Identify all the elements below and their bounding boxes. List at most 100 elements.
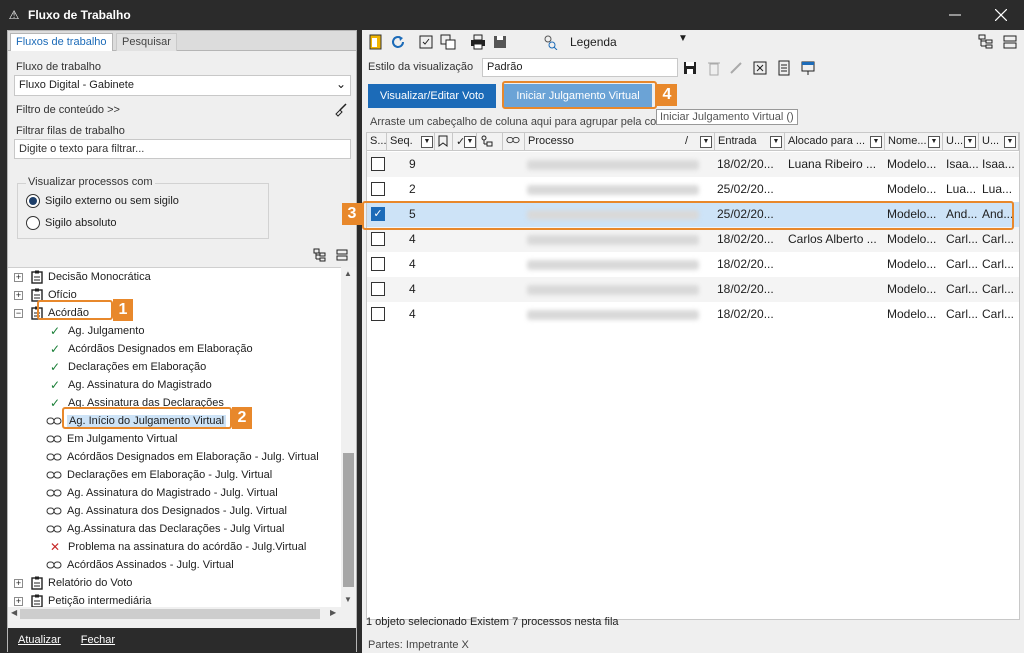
tab-search[interactable]: Pesquisar (116, 33, 177, 51)
clipboard-icon (31, 270, 43, 284)
row-checkbox[interactable] (371, 282, 385, 296)
filter-dropdown-icon[interactable]: ▼ (870, 136, 882, 148)
filter-dropdown-icon[interactable]: ▼ (770, 136, 782, 148)
row-checkbox[interactable] (371, 182, 385, 196)
filter-dropdown-icon[interactable]: ▼ (464, 136, 476, 148)
legend-label[interactable]: Legenda (570, 35, 617, 49)
scroll-down-icon[interactable]: ▼ (344, 595, 352, 604)
close-link[interactable]: Fechar (81, 634, 115, 646)
scroll-thumb[interactable] (20, 609, 320, 619)
collapse-icon[interactable]: − (14, 308, 23, 318)
row-checkbox[interactable] (371, 157, 385, 171)
tree-item-assinatura-designados-virtual[interactable]: Ag. Assinatura dos Designados - Julg. Vi… (46, 502, 287, 520)
tree-item-declaracoes-virtual[interactable]: Declarações em Elaboração - Julg. Virtua… (46, 466, 272, 484)
save-copy-icon[interactable] (492, 34, 508, 50)
tree-item-assinatura-magistrado[interactable]: ✓ Ag. Assinatura do Magistrado (48, 376, 212, 394)
expand-icon[interactable]: + (14, 290, 23, 300)
table-row[interactable]: 4 18/02/20... Modelo... Carl... Carl... (367, 277, 1019, 302)
cell-seq: 4 (409, 232, 416, 246)
tree-label: Relatório do Voto (48, 577, 133, 589)
expand-tree-icon[interactable] (313, 248, 327, 262)
view-edit-vote-button[interactable]: Visualizar/Editar Voto (368, 84, 496, 108)
table-row[interactable]: 4 18/02/20... Modelo... Carl... Carl... (367, 252, 1019, 277)
export-excel-icon[interactable] (752, 60, 768, 76)
cell-entrada: 18/02/20... (717, 282, 774, 296)
search-person-icon[interactable] (542, 34, 558, 50)
clear-filter-brush-icon[interactable] (334, 103, 348, 117)
table-row[interactable]: 2 25/02/20... Modelo... Lua... Lua... (367, 177, 1019, 202)
col-status[interactable]: S... (367, 133, 387, 151)
link-icon (46, 561, 62, 569)
bookmark-icon (438, 135, 448, 147)
document-icon[interactable] (776, 60, 792, 76)
tree-item-assinatura-magistrado-virtual[interactable]: Ag. Assinatura do Magistrado - Julg. Vir… (46, 484, 278, 502)
radio-external-secrecy[interactable]: Sigilo externo ou sem sigilo (26, 194, 179, 208)
row-checkbox[interactable] (371, 232, 385, 246)
refresh-icon[interactable] (390, 34, 406, 50)
cell-nome: Modelo... (887, 232, 937, 246)
close-button[interactable] (978, 0, 1024, 30)
select-all-icon[interactable] (418, 34, 434, 50)
tree-item-em-julgamento-virtual[interactable]: Em Julgamento Virtual (46, 430, 177, 448)
expand-icon[interactable]: + (14, 578, 23, 588)
save-icon[interactable] (682, 60, 698, 76)
table-row[interactable]: 9 18/02/20... Luana Ribeiro ... Modelo..… (367, 152, 1019, 177)
tree-item-acordaos-designados-virtual[interactable]: Acórdãos Designados em Elaboração - Julg… (46, 448, 319, 466)
tree-item-problema-assinatura[interactable]: ✕ Problema na assinatura do acórdão - Ju… (48, 538, 306, 556)
filter-dropdown-icon[interactable]: ▼ (1004, 136, 1016, 148)
workflow-select[interactable]: Fluxo Digital - Gabinete ⌄ (14, 75, 351, 96)
scroll-up-icon[interactable]: ▲ (344, 269, 352, 278)
tree-label: Declarações em Elaboração (68, 361, 207, 373)
filter-dropdown-icon[interactable]: ▼ (964, 136, 976, 148)
hierarchy-icon[interactable] (978, 34, 994, 50)
sort-indicator: / (685, 135, 689, 147)
filter-dropdown-icon[interactable]: ▼ (700, 136, 712, 148)
tree-item-assinatura-declaracoes-virtual[interactable]: Ag.Assinatura das Declarações - Julg Vir… (46, 520, 284, 538)
cell-entrada: 25/02/20... (717, 182, 774, 196)
edit-icon[interactable] (728, 60, 744, 76)
print-icon[interactable] (470, 34, 486, 50)
view-style-select[interactable]: Padrão (482, 58, 678, 77)
tree-label: Petição intermediária (48, 595, 152, 607)
tree-horizontal-scrollbar[interactable]: ◀ ▶ (8, 607, 356, 621)
scroll-right-icon[interactable]: ▶ (330, 608, 336, 617)
scroll-thumb[interactable] (343, 453, 354, 587)
queue-filter-input[interactable]: Digite o texto para filtrar... (14, 139, 351, 159)
delete-icon[interactable] (706, 60, 722, 76)
tree-item-acordaos-assinados-virtual[interactable]: Acórdãos Assinados - Julg. Virtual (46, 556, 234, 574)
tree-item-declaracoes[interactable]: ✓ Declarações em Elaboração (48, 358, 206, 376)
collapse-tree-icon[interactable] (335, 248, 349, 262)
layout-icon[interactable] (1002, 34, 1018, 50)
refresh-link[interactable]: Atualizar (18, 634, 61, 646)
tree-node-peticao[interactable]: + Petição intermediária (14, 592, 151, 607)
content-filter-toggle[interactable]: Filtro de conteúdo >> (16, 104, 120, 116)
minimize-button[interactable] (932, 0, 978, 30)
note-icon[interactable] (368, 34, 384, 50)
export-icon[interactable] (800, 60, 816, 76)
tree-vertical-scrollbar[interactable]: ▲ ▼ (341, 267, 356, 607)
tree-item-acordaos-designados[interactable]: ✓ Acórdãos Designados em Elaboração (48, 340, 253, 358)
radio-absolute-secrecy[interactable]: Sigilo absoluto (26, 216, 117, 230)
col-flag[interactable] (435, 133, 453, 151)
filter-dropdown-icon[interactable]: ▼ (421, 136, 433, 148)
check-icon: ✓ (49, 342, 61, 356)
legend-dropdown-icon[interactable]: ▼ (678, 33, 688, 44)
copy-icon[interactable] (440, 34, 456, 50)
tab-workflows[interactable]: Fluxos de trabalho (10, 33, 113, 51)
tree-label: Decisão Monocrática (48, 271, 151, 283)
cell-entrada: 18/02/20... (717, 257, 774, 271)
tree-node-relatorio[interactable]: + Relatório do Voto (14, 574, 132, 592)
table-row[interactable]: 4 18/02/20... Carlos Alberto ... Modelo.… (367, 227, 1019, 252)
table-row[interactable]: 4 18/02/20... Modelo... Carl... Carl... (367, 302, 1019, 327)
expand-icon[interactable]: + (14, 596, 23, 606)
row-checkbox[interactable] (371, 257, 385, 271)
row-checkbox[interactable] (371, 307, 385, 321)
expand-icon[interactable]: + (14, 272, 23, 282)
filter-dropdown-icon[interactable]: ▼ (928, 136, 940, 148)
tree-item-ag-julgamento[interactable]: ✓ Ag. Julgamento (48, 322, 144, 340)
col-link[interactable] (503, 133, 525, 151)
tree-node-decisao[interactable]: + Decisão Monocrática (14, 268, 151, 286)
scroll-left-icon[interactable]: ◀ (11, 608, 17, 617)
cell-nome: Modelo... (887, 307, 937, 321)
col-hierarchy[interactable] (477, 133, 503, 151)
